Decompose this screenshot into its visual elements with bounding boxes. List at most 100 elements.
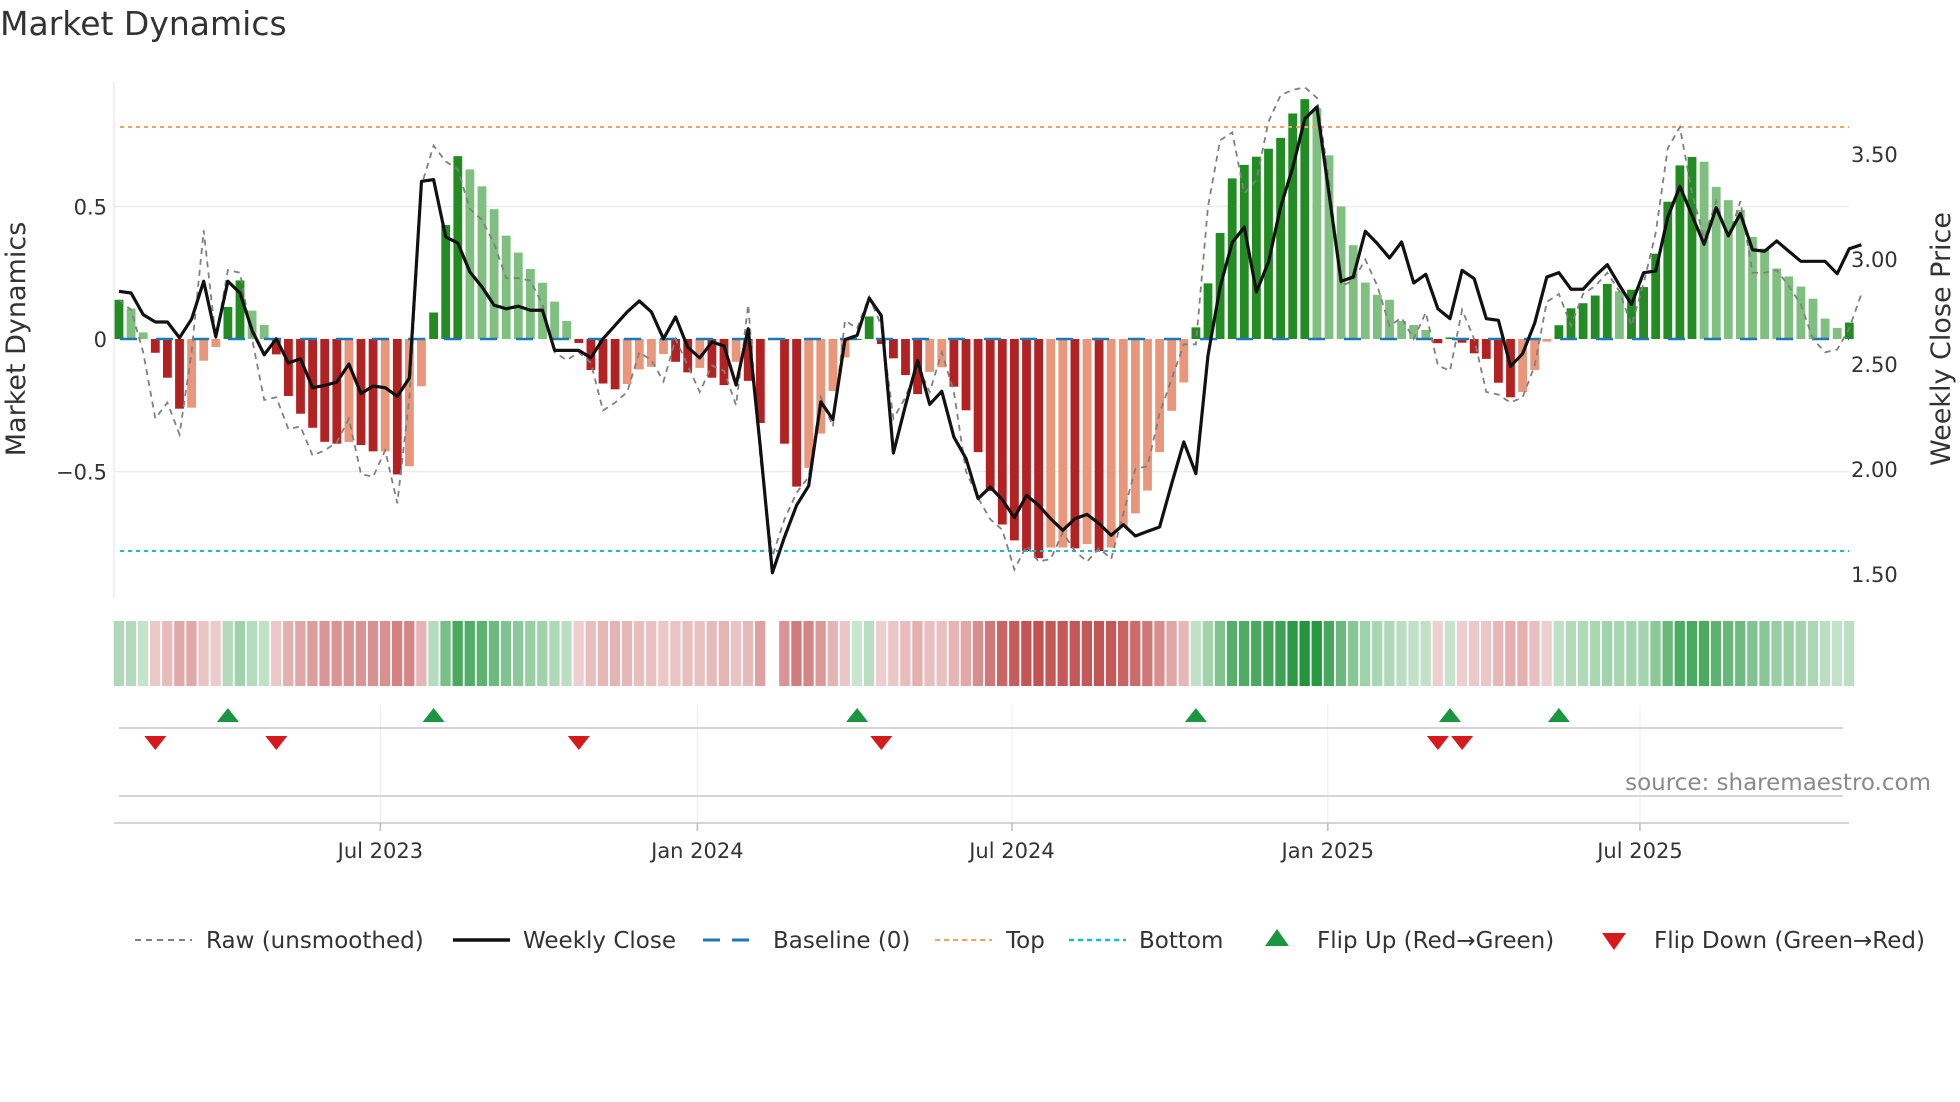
y-tick-label: 0.5 [74,196,107,220]
heat-cell [1263,621,1274,686]
y-axis-label: Market Dynamics [1,222,32,457]
heat-cell [392,621,403,686]
heat-cell [210,621,221,686]
momentum-bar [211,339,221,347]
x-tick-label: Jan 2024 [649,839,744,863]
heat-cell [1190,621,1201,686]
heat-cell [1239,621,1250,686]
momentum-bar [175,339,184,409]
market-dynamics-chart: 0.5 0 −0.5 3.50 3.00 2.50 2.00 1.50 Market Dynam… [1,81,1957,954]
momentum-bar [1554,325,1564,339]
momentum-bar [973,339,983,453]
heat-cell [1650,621,1661,686]
heat-cell [1481,621,1492,686]
momentum-bar [1191,327,1201,339]
heat-cell [1662,621,1673,686]
heat-cell [452,621,463,686]
momentum-bar [1433,339,1443,344]
heat-cell [1565,621,1576,686]
flip-up-marker [1184,708,1207,722]
flip-down-marker [265,736,288,750]
momentum-bar [1094,339,1104,551]
heat-cell [621,621,633,686]
heat-cell [984,621,996,686]
heat-cell [997,621,1008,686]
heat-cell [1396,621,1407,686]
momentum-bar [1602,283,1612,339]
momentum-bar [1143,339,1152,491]
flip-down-marker [870,736,893,750]
momentum-bar [1832,327,1842,339]
heat-cell [1408,621,1419,686]
heat-cell [1226,621,1238,686]
heat-cell [1759,621,1770,686]
momentum-bar [889,339,898,359]
momentum-bar [284,339,293,396]
momentum-bar [199,339,209,361]
heat-cell [803,621,814,686]
heat-cell [1311,621,1322,686]
heat-cell [283,621,294,686]
momentum-bar [731,339,741,362]
legend-label: Raw (unsmoothed) [206,928,424,954]
momentum-bar [1772,268,1782,339]
momentum-bar [296,339,305,414]
heat-cell [1166,621,1177,686]
momentum-bar [1639,287,1648,339]
heat-cell [307,621,318,686]
y-tick-label: −0.5 [56,461,107,485]
momentum-bar [417,339,426,387]
momentum-bar [659,339,668,355]
heat-cell [1686,621,1697,686]
momentum-bar [344,339,354,443]
series-lines [118,86,1863,575]
momentum-bar [392,339,402,475]
legend-label: Flip Up (Red→Green) [1317,928,1554,954]
momentum-bar [1699,161,1709,339]
legend-item-flip_down: Flip Down (Green→Red) [1602,928,1925,954]
heat-cell [1251,621,1262,686]
heat-cell [1105,621,1117,686]
heat-cell [1589,621,1601,686]
heat-cell [730,621,742,686]
momentum-bar [138,332,148,339]
momentum-bar [1542,339,1552,342]
momentum-bar [1687,156,1697,339]
momentum-bar [1820,318,1830,339]
y2-tick-label: 2.00 [1851,458,1898,482]
momentum-bar [1167,339,1177,411]
flip-down-marker [1451,736,1474,750]
momentum-bar [477,186,487,339]
momentum-bar [1131,339,1140,514]
flip-up-marker [216,708,239,722]
momentum-bar [562,320,572,339]
heat-cell [355,621,366,686]
heat-cell [1384,621,1395,686]
raw-line [118,86,1863,572]
heat-cell [513,621,524,686]
heat-cell [1747,621,1758,686]
y2-axis-label: Weekly Close Price [1926,212,1957,466]
momentum-bars [114,99,1854,559]
flip-markers [119,705,1843,823]
momentum-bar [320,339,330,442]
heat-cell [1275,621,1286,686]
heat-cell [234,621,245,686]
heat-cell [367,621,379,686]
heat-cell [137,621,149,686]
x-tick-label: Jul 2025 [1595,839,1682,863]
heat-cell [815,621,826,686]
momentum-bar [1373,294,1382,339]
heat-cell [1130,621,1141,686]
heat-cell [851,621,863,686]
heat-cell [1517,621,1528,686]
heat-cell [1553,621,1564,686]
momentum-bar [1808,298,1818,339]
heat-cell [742,621,754,686]
heat-cell [1771,621,1782,686]
heat-cell [876,621,887,686]
heat-cell [670,621,681,686]
momentum-bar [380,339,390,452]
momentum-bar [1034,339,1043,559]
heat-cell [1735,621,1746,686]
